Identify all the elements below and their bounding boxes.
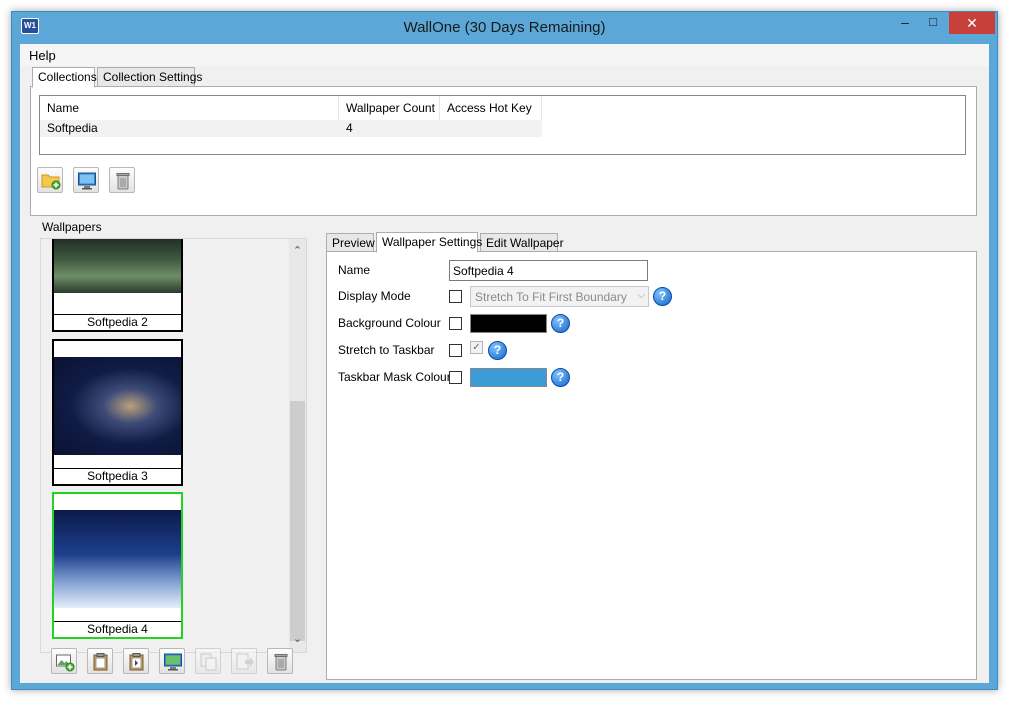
taskbar-mask-colour-checkbox[interactable]: [449, 371, 462, 384]
background-colour-label: Background Colour: [338, 316, 441, 330]
add-wallpaper-button[interactable]: [51, 648, 77, 674]
delete-wallpaper-button[interactable]: [267, 648, 293, 674]
minimize-button[interactable]: –: [892, 12, 918, 34]
display-mode-checkbox[interactable]: [449, 290, 462, 303]
window-title: WallOne (30 Days Remaining): [403, 19, 606, 36]
help-icon[interactable]: ?: [488, 341, 507, 360]
tab-collection-settings[interactable]: Collection Settings: [97, 67, 202, 87]
monitor-icon: [164, 653, 182, 671]
paste-special-button[interactable]: [123, 648, 149, 674]
tab-collections[interactable]: Collections: [32, 67, 97, 88]
copy-button[interactable]: [195, 648, 221, 674]
name-label: Name: [338, 263, 371, 277]
help-icon[interactable]: ?: [551, 368, 570, 387]
wallpaper-caption: Softpedia 3: [54, 468, 181, 484]
background-colour-swatch[interactable]: [470, 314, 547, 333]
taskbar-mask-colour-swatch[interactable]: [470, 368, 547, 387]
scroll-down-icon[interactable]: ⌄: [289, 631, 306, 648]
thumbnail-scrollbar[interactable]: ⌃ ⌄: [289, 239, 306, 652]
wallpaper-thumbnail[interactable]: Softpedia 3: [52, 339, 183, 486]
move-icon: [236, 653, 254, 670]
collections-list[interactable]: Name Wallpaper Count Access Hot Key Soft…: [39, 95, 966, 155]
display-mode-value: Stretch To Fit First Boundary: [475, 290, 627, 304]
menu-help[interactable]: Help: [29, 48, 56, 63]
row-hotkey: [440, 120, 447, 137]
paste-button[interactable]: [87, 648, 113, 674]
row-name: Softpedia: [47, 121, 98, 135]
scroll-up-icon[interactable]: ⌃: [289, 243, 306, 260]
chevron-down-icon: ⌵: [637, 290, 645, 301]
wallpapers-group-label: Wallpapers: [40, 220, 104, 234]
collections-panel: Name Wallpaper Count Access Hot Key Soft…: [30, 86, 977, 216]
add-collection-button[interactable]: [37, 167, 63, 193]
table-row[interactable]: Softpedia 4: [40, 120, 542, 137]
preview-desktop-button[interactable]: [159, 648, 185, 674]
help-icon[interactable]: ?: [551, 314, 570, 333]
trash-icon: [116, 173, 130, 190]
close-button[interactable]: ✕: [949, 12, 995, 34]
tab-wallpaper-settings[interactable]: Wallpaper Settings: [376, 232, 482, 253]
tab-edit-wallpaper[interactable]: Edit Wallpaper: [480, 233, 564, 253]
wallpaper-name-input[interactable]: [449, 260, 648, 281]
client-area: Help Collections Collection Settings Nam…: [20, 44, 989, 683]
delete-collection-button[interactable]: [109, 167, 135, 193]
display-mode-select[interactable]: Stretch To Fit First Boundary ⌵: [470, 286, 649, 307]
clipboard-arrow-icon: [129, 653, 144, 671]
wallpaper-image-forest: [54, 239, 181, 293]
column-header-wallpaper-count[interactable]: Wallpaper Count: [339, 96, 440, 120]
set-desktop-button[interactable]: [73, 167, 99, 193]
monitor-icon: [78, 172, 96, 190]
column-header-name[interactable]: Name: [40, 96, 339, 120]
title-bar[interactable]: W1 WallOne (30 Days Remaining) – □ ✕: [12, 12, 997, 44]
stretch-to-taskbar-checkbox[interactable]: ✓: [470, 341, 483, 354]
move-button[interactable]: [231, 648, 257, 674]
help-icon[interactable]: ?: [653, 287, 672, 306]
wallpapers-group: Wallpapers Softpedia 2 Softpedia 3 Softp…: [30, 218, 315, 682]
wallpaper-caption: Softpedia 2: [54, 314, 181, 330]
column-header-access-hot-key[interactable]: Access Hot Key: [440, 96, 542, 120]
image-add-icon: [56, 654, 75, 672]
row-count: 4: [346, 121, 353, 135]
wallpaper-image-portrait: [54, 510, 181, 608]
taskbar-mask-colour-label: Taskbar Mask Colour: [338, 370, 451, 384]
background-colour-checkbox[interactable]: [449, 317, 462, 330]
menu-bar: Help: [20, 44, 989, 66]
wallpaper-thumbnail-selected[interactable]: Softpedia 4: [52, 492, 183, 639]
folder-add-icon: [41, 174, 61, 190]
copy-icon: [200, 653, 217, 671]
wallpaper-thumbnail-list[interactable]: Softpedia 2 Softpedia 3 Softpedia 4 ⌃ ⌄: [40, 238, 307, 653]
list-header: Name Wallpaper Count Access Hot Key: [40, 96, 965, 120]
scrollbar-thumb[interactable]: [290, 401, 305, 641]
display-mode-label: Display Mode: [338, 289, 411, 303]
wallpaper-settings-panel: Name Display Mode Stretch To Fit First B…: [326, 251, 977, 680]
app-window: W1 WallOne (30 Days Remaining) – □ ✕ Hel…: [11, 11, 998, 690]
trash-icon: [274, 654, 288, 671]
stretch-to-taskbar-enable-checkbox[interactable]: [449, 344, 462, 357]
wallpaper-caption: Softpedia 4: [54, 621, 181, 637]
wallpaper-image-swirl: [54, 357, 181, 455]
tab-preview[interactable]: Preview: [326, 233, 375, 253]
wallpaper-thumbnail[interactable]: Softpedia 2: [52, 239, 183, 332]
maximize-button[interactable]: □: [920, 12, 946, 34]
clipboard-icon: [93, 653, 108, 671]
stretch-to-taskbar-label: Stretch to Taskbar: [338, 343, 435, 357]
